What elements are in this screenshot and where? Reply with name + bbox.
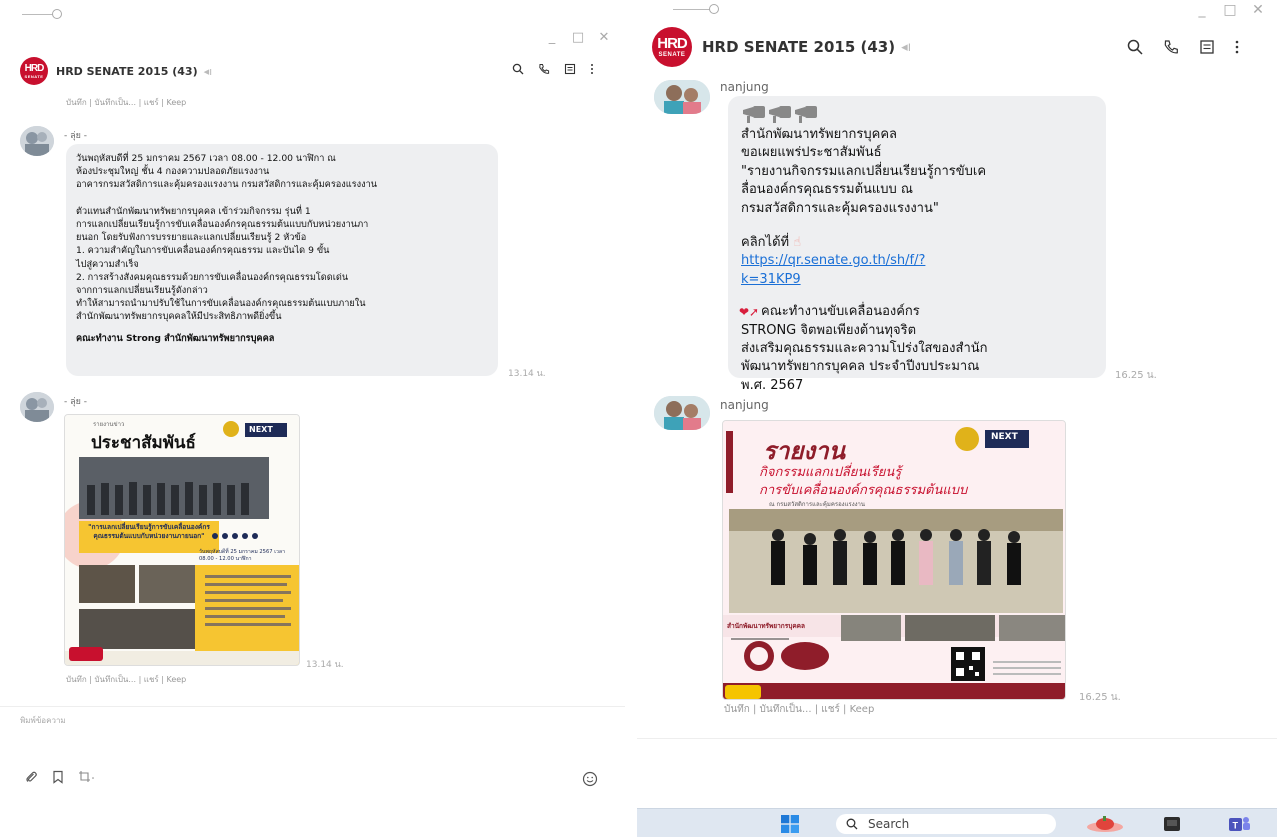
message-time: 16.25 น. (1115, 370, 1157, 381)
report-poster-image[interactable]: รายงาน NEXT กิจกรรมแลกเปลี่ยนเรียนรู้ กา… (722, 420, 1066, 700)
poster-date: วันพฤหัสบดีที่ 25 มกราคม 2567 เวลา 08.00… (199, 549, 286, 562)
sender-avatar[interactable] (654, 396, 710, 430)
left-titlebar: _ □ ✕ (0, 0, 625, 45)
search-icon[interactable] (512, 63, 524, 75)
minimize-button[interactable]: _ (545, 30, 559, 45)
more-menu-icon[interactable] (1235, 39, 1239, 55)
group-logo-icon[interactable]: HRD SENATE (20, 57, 48, 85)
sender-avatar[interactable] (654, 80, 710, 114)
message-time: 13.14 น. (508, 369, 546, 379)
message-bubble[interactable]: สำนักพัฒนาทรัพยากรบุคคล ขอเผยแพร่ประชาสั… (728, 96, 1106, 393)
search-icon[interactable] (1127, 39, 1143, 55)
message-text: วันพฤหัสบดีที่ 25 มกราคม 2567 เวลา 08.00… (76, 153, 378, 323)
zoom-slider[interactable] (22, 14, 54, 15)
message-time: 16.25 น. (1079, 692, 1121, 703)
maximize-button[interactable]: □ (571, 30, 585, 45)
zoom-slider-knob[interactable] (709, 4, 719, 14)
call-icon[interactable] (538, 63, 550, 75)
mute-icon: ◂ı (901, 39, 912, 55)
sender-name: nanjung (720, 398, 769, 412)
widgets-icon[interactable] (1085, 815, 1125, 833)
megaphone-icon (741, 102, 1093, 126)
close-button[interactable]: ✕ (597, 30, 611, 45)
keep-actions-bottom[interactable]: บันทึก | บันทึกเป็น... | แชร์ | Keep (66, 673, 186, 686)
message-bubble[interactable]: วันพฤหัสบดีที่ 25 มกราคม 2567 เวลา 08.00… (66, 144, 498, 376)
windows-taskbar: Search T (637, 808, 1277, 837)
maximize-button[interactable]: □ (1223, 2, 1237, 18)
taskbar-search-text: Search (868, 817, 910, 831)
teams-icon[interactable]: T (1229, 815, 1251, 833)
sender-name: - ลุ่ย - (64, 397, 88, 407)
chat-header: HRD SENATE HRD SENATE 2015 (43) ◂ı (637, 27, 1277, 67)
right-titlebar: _ □ ✕ (637, 0, 1277, 30)
poster-highlight: "การแลกเปลี่ยนเรียนรู้การขับเคลื่อนองค์ก… (88, 523, 210, 540)
svg-text:T: T (1233, 821, 1239, 831)
left-chat-window: _ □ ✕ HRD SENATE HRD SENATE 2015 (43) ◂ı… (0, 0, 625, 837)
message-footer: คณะทำงานขับเคลื่อนองค์กร STRONG จิตพอเพี… (741, 304, 988, 393)
poster-location: ณ กรมสวัสดิการและคุ้มครองแรงงาน (769, 501, 866, 508)
sender-avatar[interactable] (20, 126, 54, 156)
sender-avatar[interactable] (20, 392, 54, 422)
poster-dept: สำนักพัฒนาทรัพยากรบุคคล (727, 622, 805, 630)
message-time: 13.14 น. (306, 660, 344, 670)
call-icon[interactable] (1163, 39, 1179, 55)
announcement-link[interactable]: https://qr.senate.go.th/sh/f/? k=31KP9 (741, 252, 1093, 289)
poster-brand: NEXT (991, 432, 1018, 442)
search-icon (846, 818, 858, 830)
chat-title[interactable]: HRD SENATE 2015 (43) (56, 65, 198, 78)
zoom-slider[interactable] (673, 9, 711, 10)
keep-actions-top[interactable]: บันทึก | บันทึกเป็น... | แชร์ | Keep (66, 96, 186, 109)
news-poster-image[interactable]: รายงานข่าว ประชาสัมพันธ์ NEXT "การแลกเปล… (64, 414, 300, 666)
poster-subtitle-2: การขับเคลื่อนองค์กรคุณธรรมต้นแบบ (759, 483, 968, 498)
heart-arrow-icon: ❤➚ (739, 305, 760, 320)
mute-icon: ◂ı (203, 64, 213, 78)
keep-actions[interactable]: บันทึก | บันทึกเป็น... | แชร์ | Keep (724, 702, 874, 717)
right-chat-window: _ □ ✕ HRD SENATE HRD SENATE 2015 (43) ◂ı… (637, 0, 1277, 837)
bookmark-icon[interactable] (52, 770, 64, 784)
notes-icon[interactable] (1199, 39, 1215, 55)
pointing-hand-icon: ☝ (793, 235, 802, 251)
app-icon[interactable] (1163, 816, 1181, 832)
chat-title[interactable]: HRD SENATE 2015 (43) (702, 38, 895, 56)
notes-icon[interactable] (564, 63, 576, 75)
emoji-icon[interactable] (582, 771, 598, 787)
click-here-text: คลิกได้ที่ (741, 235, 790, 251)
poster-kicker: รายงานข่าว (93, 421, 125, 428)
minimize-button[interactable]: _ (1195, 2, 1209, 18)
message-text: สำนักพัฒนาทรัพยากรบุคคล ขอเผยแพร่ประชาสั… (741, 127, 987, 216)
close-button[interactable]: ✕ (1251, 2, 1265, 18)
more-menu-icon[interactable] (590, 63, 594, 75)
windows-start-icon[interactable] (781, 815, 799, 833)
screenshot-icon[interactable] (78, 770, 96, 784)
attach-icon[interactable] (24, 770, 38, 784)
input-divider (0, 706, 625, 707)
input-divider (637, 738, 1277, 739)
group-logo-icon[interactable]: HRD SENATE (652, 27, 692, 67)
taskbar-search-box[interactable]: Search (836, 814, 1056, 834)
zoom-slider-knob[interactable] (52, 9, 62, 19)
message-signature: คณะทำงาน Strong สำนักพัฒนาทรัพยากรบุคคล (76, 332, 275, 344)
message-input[interactable]: พิมพ์ข้อความ (20, 714, 66, 727)
chat-header: HRD SENATE HRD SENATE 2015 (43) ◂ı (0, 56, 625, 86)
sender-name: - ลุ่ย - (64, 131, 88, 141)
sender-name: nanjung (720, 80, 769, 94)
poster-title: ประชาสัมพันธ์ (91, 433, 196, 453)
poster-brand: NEXT (249, 425, 273, 434)
